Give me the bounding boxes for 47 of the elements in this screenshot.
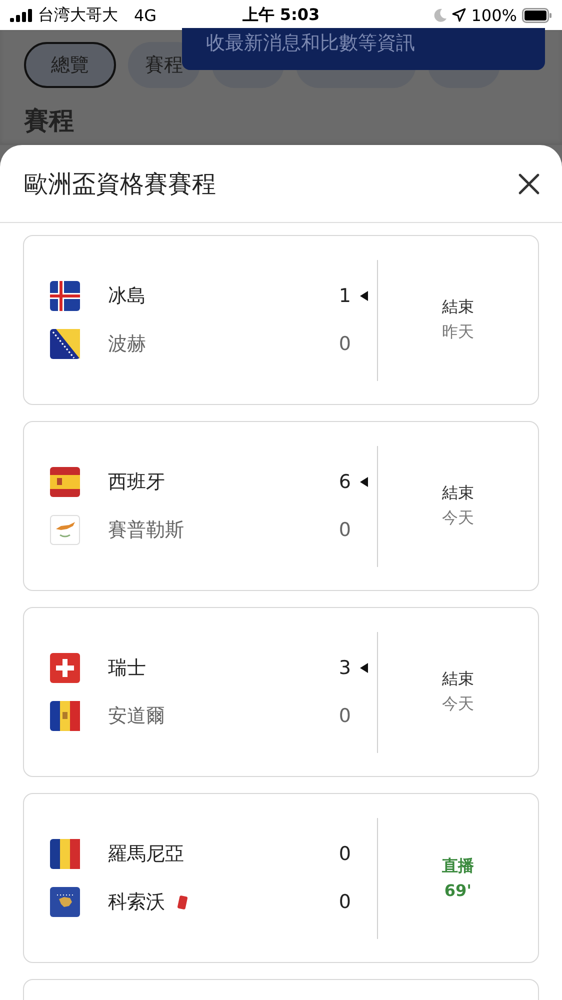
team-name: 波赫 bbox=[108, 332, 146, 357]
flag-icon bbox=[50, 515, 80, 545]
match-date: 今天 bbox=[442, 694, 474, 715]
signal-icon bbox=[10, 8, 32, 22]
flag-icon bbox=[50, 701, 80, 731]
team-name: 科索沃 bbox=[108, 890, 165, 915]
team-score: 1 bbox=[338, 285, 351, 307]
match-card[interactable]: 瑞士 3 安道爾 0 結束 今天 bbox=[23, 607, 539, 777]
flag-icon bbox=[50, 653, 80, 683]
match-card[interactable]: 西班牙 6 賽普勒斯 0 結束 今天 bbox=[23, 421, 539, 591]
match-status: 結束 bbox=[442, 297, 474, 318]
team-name: 西班牙 bbox=[108, 470, 165, 495]
section-title: 賽程 bbox=[24, 105, 75, 137]
team-score: 3 bbox=[338, 657, 351, 679]
flag-icon bbox=[50, 887, 80, 917]
flag-icon bbox=[50, 839, 80, 869]
match-status: 直播 bbox=[442, 856, 474, 877]
location-arrow-icon bbox=[452, 8, 466, 22]
team-name: 安道爾 bbox=[108, 704, 165, 729]
flag-icon bbox=[50, 281, 80, 311]
clock-time: 上午 5:03 bbox=[242, 4, 320, 26]
team-name: 賽普勒斯 bbox=[108, 518, 184, 543]
match-card[interactable]: 冰島 1 波赫 0 結束 昨天 bbox=[23, 235, 539, 405]
match-minute: 69' bbox=[444, 881, 472, 900]
match-date: 今天 bbox=[442, 508, 474, 529]
notification-toast: 收最新消息和比數等資訊 bbox=[182, 28, 545, 70]
match-card[interactable]: 羅馬尼亞 0 科索沃 0 直播 69' bbox=[23, 793, 539, 963]
team-name: 冰島 bbox=[108, 284, 146, 309]
team-score: 0 bbox=[338, 843, 351, 865]
flag-icon bbox=[50, 467, 80, 497]
match-status: 結束 bbox=[442, 483, 474, 504]
team-name: 瑞士 bbox=[108, 656, 146, 681]
network-type: 4G bbox=[134, 6, 157, 24]
battery-icon bbox=[522, 8, 552, 22]
flag-icon bbox=[50, 329, 80, 359]
team-score: 0 bbox=[338, 333, 351, 355]
match-status: 結束 bbox=[442, 669, 474, 690]
team-score: 0 bbox=[338, 519, 351, 541]
match-date: 昨天 bbox=[442, 322, 474, 343]
battery-percent: 100% bbox=[471, 6, 517, 24]
team-score: 6 bbox=[338, 471, 351, 493]
moon-icon bbox=[433, 8, 448, 22]
carrier-name: 台湾大哥大 bbox=[38, 4, 118, 26]
team-score: 0 bbox=[338, 705, 351, 727]
sheet-title: 歐洲盃資格賽賽程 bbox=[24, 168, 216, 200]
team-name: 羅馬尼亞 bbox=[108, 842, 184, 867]
team-score: 0 bbox=[338, 891, 351, 913]
